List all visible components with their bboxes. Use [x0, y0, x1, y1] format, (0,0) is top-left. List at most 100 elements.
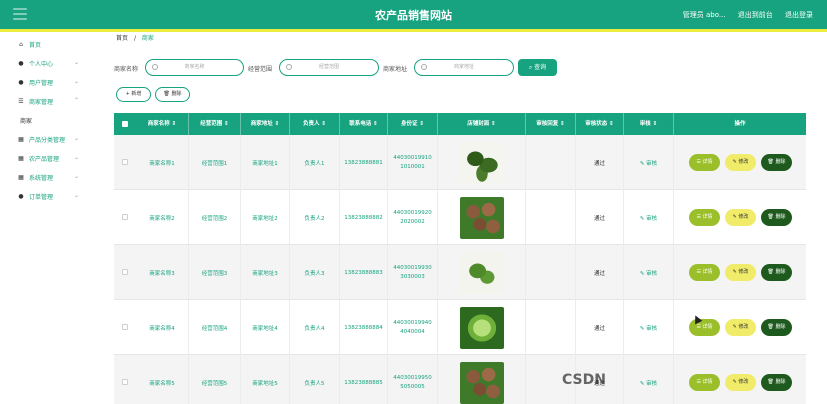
- cell-shop-cover: [438, 300, 526, 355]
- cell-address: 商家地址5: [241, 355, 290, 404]
- sidebar-item-label: 产品分类管理: [29, 136, 66, 144]
- column-header-review[interactable]: 审核 ⇕: [624, 113, 674, 135]
- cell-shop-cover: [438, 190, 526, 245]
- review-link[interactable]: ✎ 审核: [640, 324, 657, 332]
- bulk-delete-button[interactable]: 🗑 删除: [155, 87, 190, 102]
- cell-id-card: 44030019910 1010001: [388, 135, 438, 190]
- row-checkbox[interactable]: [122, 214, 128, 220]
- detail-button[interactable]: ☰ 详情: [689, 209, 720, 226]
- column-header-review-status[interactable]: 审核状态 ⇕: [576, 113, 624, 135]
- cell-reply: [526, 300, 576, 355]
- cell-phone: 13823888883: [340, 245, 388, 300]
- merchant-table: 商家名称 ⇕ 经营范围 ⇕ 商家地址 ⇕ 负责人 ⇕ 联系电话 ⇕ 身份证 ⇕ …: [114, 113, 806, 404]
- row-checkbox[interactable]: [122, 379, 128, 385]
- column-header-name[interactable]: 商家名称 ⇕: [136, 113, 189, 135]
- cell-name: 商家名称2: [136, 190, 189, 245]
- cell-phone: 13823888885: [340, 355, 388, 404]
- sidebar-item-merchants[interactable]: ☰ 商家管理 ⌃: [17, 95, 85, 107]
- cell-status: 通过: [576, 300, 624, 355]
- sidebar-item-profile[interactable]: ● 个人中心 ⌄: [17, 57, 85, 69]
- cell-phone: 13823888881: [340, 135, 388, 190]
- cell-review-action: ✎ 审核: [624, 190, 674, 245]
- cell-shop-cover: [438, 355, 526, 404]
- user-icon: ●: [18, 192, 24, 200]
- sidebar-item-home[interactable]: ⌂ 首页: [17, 38, 85, 50]
- row-checkbox[interactable]: [122, 269, 128, 275]
- cell-id-card: 44030019940 4040004: [388, 300, 438, 355]
- cell-status: 通过: [576, 245, 624, 300]
- detail-button[interactable]: ☰ 详情: [689, 374, 720, 391]
- chevron-down-icon: ⌄: [73, 135, 79, 142]
- search-input-name[interactable]: 商家名称: [145, 59, 244, 76]
- shop-cover-image[interactable]: [459, 251, 504, 294]
- search-placeholder: 商家地址: [453, 64, 474, 70]
- delete-button[interactable]: 🗑 删除: [761, 154, 792, 171]
- select-all-checkbox[interactable]: [122, 121, 128, 127]
- review-link[interactable]: ✎ 审核: [640, 214, 657, 222]
- sidebar-item-categories[interactable]: ▦ 产品分类管理 ⌄: [17, 133, 85, 145]
- delete-button[interactable]: 🗑 删除: [761, 264, 792, 281]
- detail-button[interactable]: ☰ 详情: [689, 264, 720, 281]
- review-link[interactable]: ✎ 审核: [640, 269, 657, 277]
- id-card-line2: 2020002: [400, 218, 425, 225]
- search-input-address[interactable]: 商家地址: [414, 59, 514, 76]
- id-card-line1: 44030019950: [393, 374, 432, 381]
- shop-cover-image[interactable]: [459, 141, 504, 184]
- row-checkbox[interactable]: [122, 324, 128, 330]
- search-input-scope[interactable]: 经营范围: [279, 59, 379, 76]
- edit-button[interactable]: ✎ 修改: [725, 319, 756, 336]
- home-icon: ⌂: [19, 40, 23, 48]
- sidebar-item-system[interactable]: ▦ 系统管理 ⌄: [17, 171, 85, 183]
- review-link[interactable]: ✎ 审核: [640, 159, 657, 167]
- column-header-id-card[interactable]: 身份证 ⇕: [388, 113, 438, 135]
- cell-review-action: ✎ 审核: [624, 300, 674, 355]
- review-link[interactable]: ✎ 审核: [640, 379, 657, 387]
- cell-owner: 负责人4: [290, 300, 340, 355]
- table-row: 商家名称2 经营范围2 商家地址2 负责人2 13823888882 4403001992…: [114, 190, 806, 245]
- edit-button[interactable]: ✎ 修改: [725, 154, 756, 171]
- search-label-scope: 经营范围: [248, 66, 273, 73]
- column-header-address[interactable]: 商家地址 ⇕: [241, 113, 290, 135]
- cell-id-card: 44030019950 5050005: [388, 355, 438, 404]
- search-icon: [286, 64, 292, 70]
- edit-button[interactable]: ✎ 修改: [725, 264, 756, 281]
- review-link-label: 审核: [646, 160, 658, 167]
- cell-shop-cover: [438, 245, 526, 300]
- shop-cover-image[interactable]: [459, 196, 504, 239]
- breadcrumb-home[interactable]: 首页: [116, 35, 128, 42]
- back-to-frontend-link[interactable]: 退出到前台: [738, 11, 773, 19]
- add-button[interactable]: + 新增: [116, 87, 151, 102]
- cell-name: 商家名称4: [136, 300, 189, 355]
- sidebar-subitem-merchant[interactable]: 商家: [20, 114, 88, 126]
- row-checkbox[interactable]: [122, 159, 128, 165]
- logout-link[interactable]: 退出登录: [785, 11, 813, 19]
- delete-button[interactable]: 🗑 删除: [761, 319, 792, 336]
- table-row: 商家名称3 经营范围3 商家地址3 负责人3 13823888883 4403001993…: [114, 245, 806, 300]
- id-card-line2: 5050005: [400, 383, 425, 390]
- column-header-owner[interactable]: 负责人 ⇕: [290, 113, 340, 135]
- column-header-shop-cover[interactable]: 店铺封面 ⇕: [438, 113, 526, 135]
- delete-button[interactable]: 🗑 删除: [761, 374, 792, 391]
- delete-button[interactable]: 🗑 删除: [761, 209, 792, 226]
- grid-icon: ▦: [18, 173, 24, 181]
- sidebar-item-users[interactable]: ● 用户管理 ⌄: [17, 76, 85, 88]
- shop-cover-image[interactable]: [459, 361, 504, 404]
- chevron-down-icon: ⌄: [73, 154, 79, 161]
- column-header-scope[interactable]: 经营范围 ⇕: [189, 113, 241, 135]
- shop-cover-image[interactable]: [459, 306, 504, 349]
- column-header-review-reply[interactable]: 审核回复 ⇕: [526, 113, 576, 135]
- sidebar-item-products[interactable]: ▦ 农产品管理 ⌄: [17, 152, 85, 164]
- edit-button[interactable]: ✎ 修改: [725, 209, 756, 226]
- id-card-line1: 44030019930: [393, 264, 432, 271]
- sidebar-item-label: 订单管理: [29, 193, 54, 201]
- search-button[interactable]: ⌕ 查询: [518, 59, 557, 76]
- edit-button[interactable]: ✎ 修改: [725, 374, 756, 391]
- sidebar-item-label: 农产品管理: [29, 155, 60, 163]
- column-header-phone[interactable]: 联系电话 ⇕: [340, 113, 388, 135]
- cell-phone: 13823888882: [340, 190, 388, 245]
- sidebar-item-orders[interactable]: ● 订单管理 ⌄: [17, 190, 85, 202]
- cell-id-card: 44030019920 2020002: [388, 190, 438, 245]
- edit-button-label: 修改: [738, 214, 749, 220]
- detail-button[interactable]: ☰ 详情: [689, 154, 720, 171]
- id-card-line1: 44030019940: [393, 319, 432, 326]
